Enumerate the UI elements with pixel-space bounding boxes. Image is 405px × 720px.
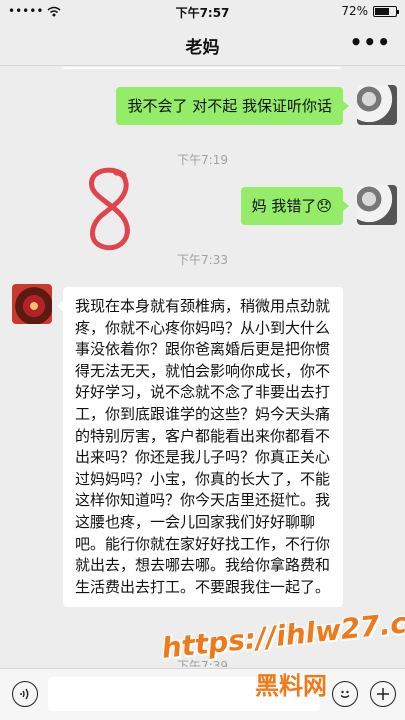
previous-message-edge xyxy=(62,67,342,69)
message-bubble-me[interactable]: 妈 我错了😞 xyxy=(240,187,350,225)
battery-percent: 72% xyxy=(341,4,368,18)
handwritten-eight-drawing xyxy=(89,167,130,251)
message-bubble-me[interactable]: 我不会了 对不起 我保证听你话 xyxy=(116,87,349,125)
watermark: https://ihlw27.com 黑料网 xyxy=(160,601,405,712)
chat-area[interactable]: 我不会了 对不起 我保证听你话 下午7:19 8 妈 我错了😞 下午7:33 我… xyxy=(0,67,405,667)
chat-title: 老妈 xyxy=(185,38,220,58)
voice-icon[interactable] xyxy=(12,681,38,707)
more-icon[interactable]: ••• xyxy=(350,30,391,54)
timestamp: 下午7:33 xyxy=(177,253,228,267)
avatar-me[interactable] xyxy=(357,85,397,125)
avatar-mom[interactable] xyxy=(12,284,52,324)
avatar-me[interactable] xyxy=(357,185,397,225)
watermark-site-name: 黑料网 xyxy=(255,672,327,700)
message-bubble-mom[interactable]: 我现在本身就有颈椎病，稍微用点劲就疼，你就不心疼你妈吗？从小到大什么事没依着你？… xyxy=(57,287,343,608)
chat-header: 老妈 ••• xyxy=(0,22,405,66)
status-bar: ••••• 下午7:57 72% xyxy=(0,0,405,22)
timestamp: 下午7:19 xyxy=(177,153,228,167)
battery-indicator: 72% xyxy=(341,4,399,18)
battery-icon xyxy=(373,5,399,17)
voice-wave-icon xyxy=(20,688,29,700)
